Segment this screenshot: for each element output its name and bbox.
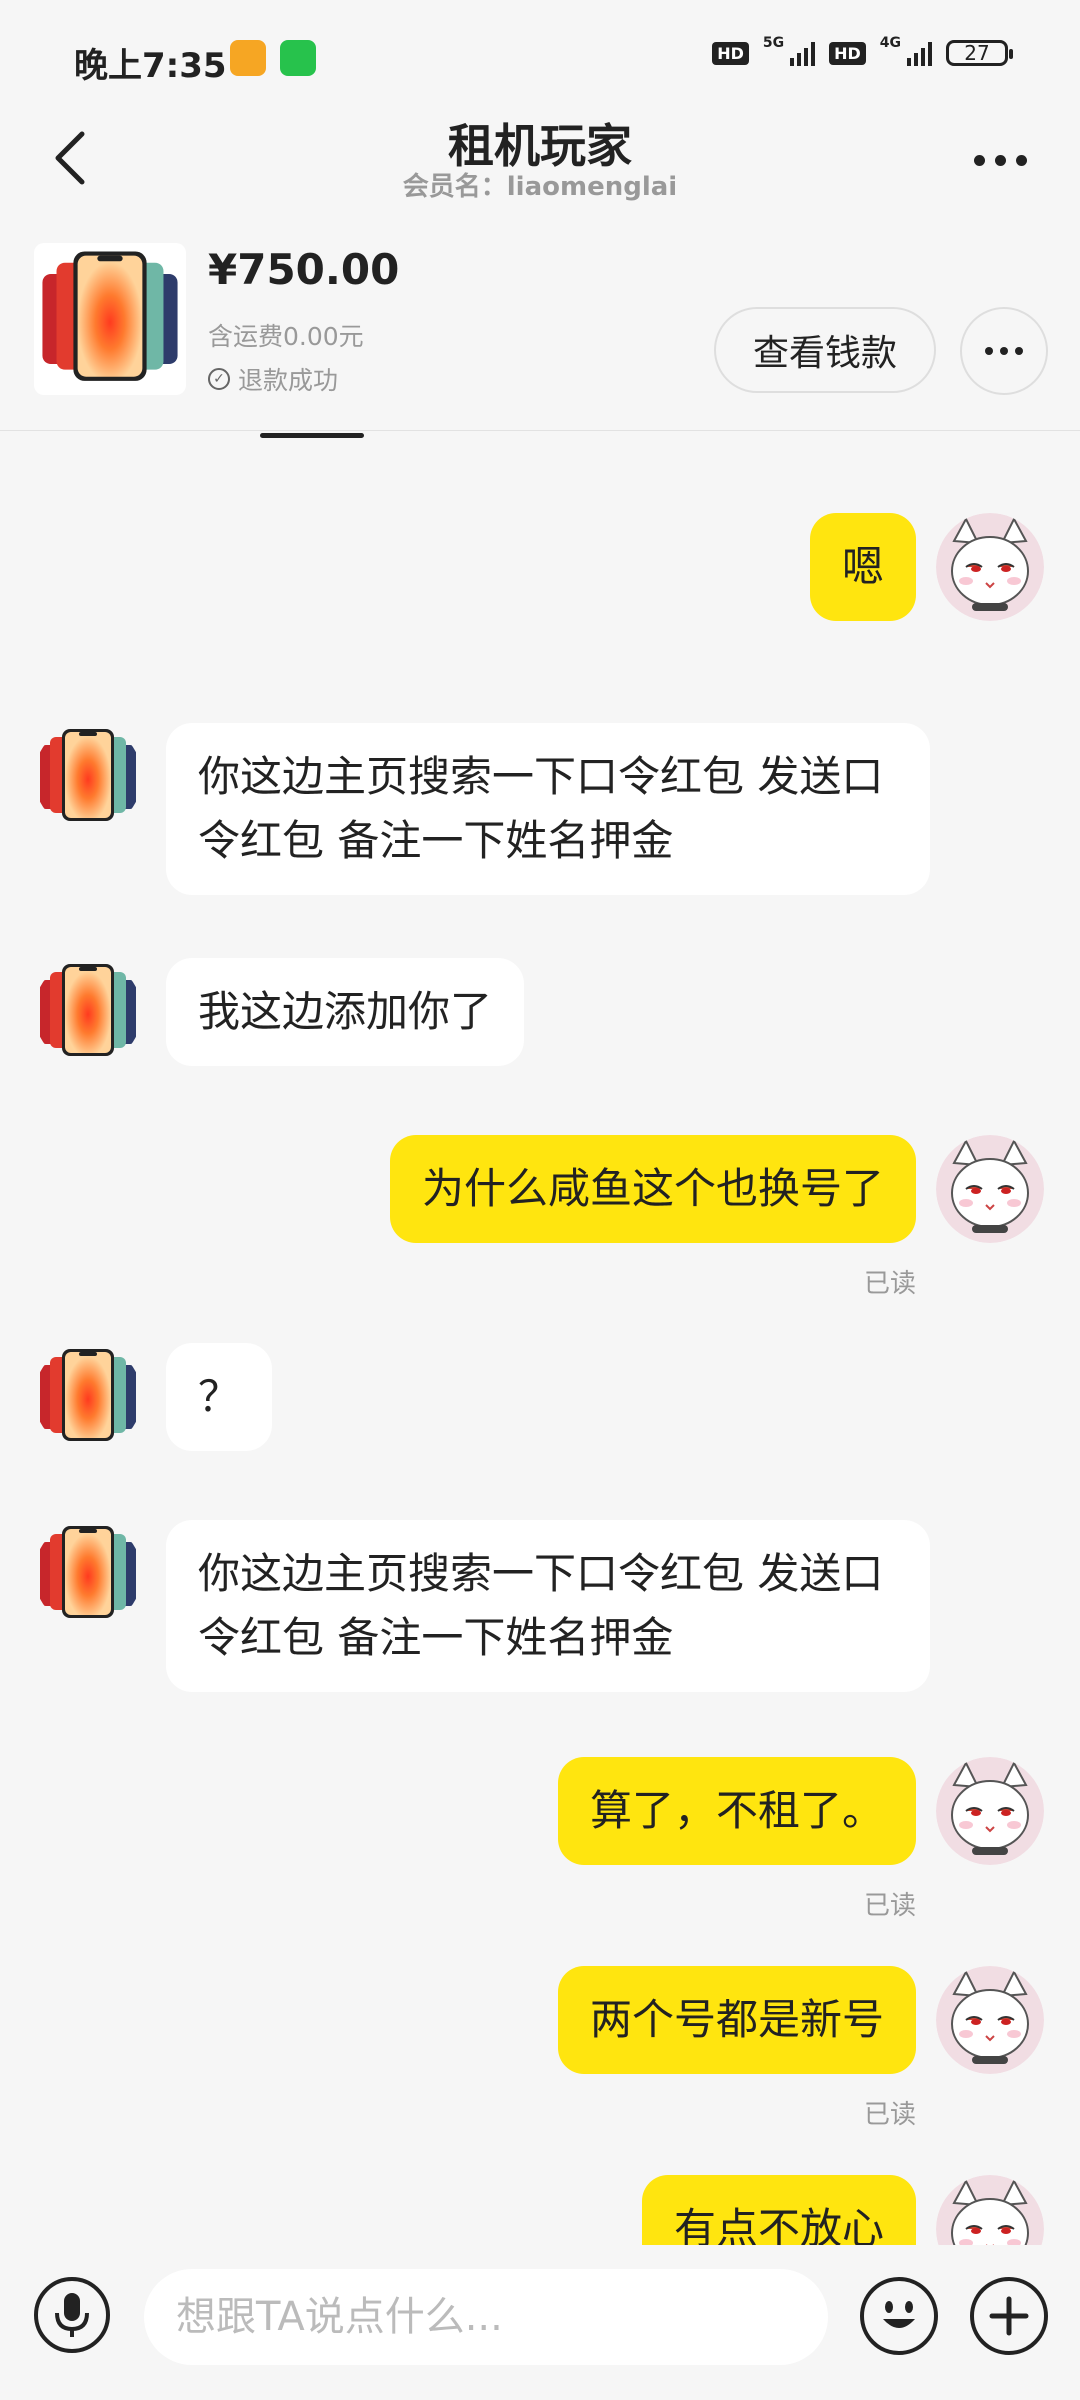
- message-bubble-incoming[interactable]: 你这边主页搜索一下口令红包 发送口令红包 备注一下姓名押金: [166, 723, 930, 895]
- my-avatar[interactable]: [936, 1757, 1044, 1865]
- product-image[interactable]: [34, 243, 186, 395]
- signal-icon: [790, 40, 816, 66]
- seller-avatar[interactable]: [34, 723, 142, 831]
- product-card[interactable]: ¥750.00 含运费0.00元 ✓ 退款成功 查看钱款: [0, 225, 1080, 438]
- message-list[interactable]: 嗯 已读 你这边主页搜索一下口令红包 发送口令红包 备注一下姓名押金 我这边添加…: [0, 433, 1080, 2245]
- message-input[interactable]: [144, 2269, 828, 2365]
- hd-badge-2: HD: [829, 41, 866, 65]
- battery-level: 27: [964, 41, 990, 65]
- network-4g-label: 4G: [879, 35, 901, 51]
- check-circle-icon: ✓: [208, 368, 230, 390]
- emoji-button[interactable]: [860, 2277, 938, 2355]
- message-bubble-outgoing[interactable]: 两个号都是新号: [557, 1966, 916, 2074]
- shipping-fee: 含运费0.00元: [208, 322, 364, 351]
- wechat-icon: [280, 40, 316, 76]
- status-bar: 晚上7:35 HD 5G HD 4G 27: [0, 0, 1080, 110]
- read-receipt: 已读: [863, 1891, 916, 1921]
- voice-button[interactable]: [34, 2277, 110, 2353]
- my-avatar[interactable]: [936, 2175, 1044, 2245]
- my-avatar[interactable]: [936, 1135, 1044, 1243]
- battery-icon: 27: [946, 40, 1013, 66]
- view-payment-button[interactable]: 查看钱款: [714, 307, 936, 393]
- seller-avatar[interactable]: [34, 1343, 142, 1451]
- input-bar: [0, 2245, 1080, 2400]
- refund-status-label: 退款成功: [238, 366, 339, 395]
- seller-avatar[interactable]: [34, 958, 142, 1066]
- message-bubble-outgoing[interactable]: 有点不放心: [641, 2175, 916, 2245]
- seller-avatar[interactable]: [34, 1520, 142, 1628]
- status-indicators: HD 5G HD 4G 27: [712, 35, 1013, 66]
- more-button[interactable]: [960, 130, 1040, 190]
- message-bubble-incoming[interactable]: 我这边添加你了: [166, 958, 525, 1066]
- member-name: 会员名：liaomenglai: [402, 172, 678, 202]
- plus-icon: [989, 2296, 1029, 2336]
- product-price: ¥750.00: [208, 245, 400, 294]
- emoji-icon: [883, 2301, 915, 2328]
- more-actions-button[interactable]: [970, 2277, 1048, 2355]
- more-icon: [973, 154, 985, 166]
- product-more-button[interactable]: [960, 307, 1048, 395]
- mic-icon: [55, 2293, 89, 2337]
- message-bubble-outgoing[interactable]: 嗯: [809, 513, 916, 621]
- my-avatar[interactable]: [936, 513, 1044, 621]
- network-5g-label: 5G: [762, 35, 785, 51]
- message-bubble-outgoing[interactable]: 为什么咸鱼这个也换号了: [389, 1135, 916, 1243]
- my-avatar[interactable]: [936, 1966, 1044, 2074]
- chat-header: 租机玩家 会员名：liaomenglai: [0, 110, 1080, 210]
- more-icon: [985, 347, 993, 355]
- message-bubble-incoming[interactable]: ？: [166, 1343, 273, 1451]
- refund-status: ✓ 退款成功: [208, 361, 338, 397]
- hd-badge: HD: [712, 41, 749, 65]
- notification-app-icon: [230, 40, 266, 76]
- signal-icon-2: [907, 40, 932, 66]
- message-bubble-incoming[interactable]: 你这边主页搜索一下口令红包 发送口令红包 备注一下姓名押金: [166, 1520, 930, 1692]
- message-bubble-outgoing[interactable]: 算了，不租了。: [557, 1757, 916, 1865]
- read-receipt: 已读: [863, 1269, 916, 1299]
- status-time: 晚上7:35: [74, 46, 227, 86]
- read-receipt: 已读: [863, 2100, 916, 2130]
